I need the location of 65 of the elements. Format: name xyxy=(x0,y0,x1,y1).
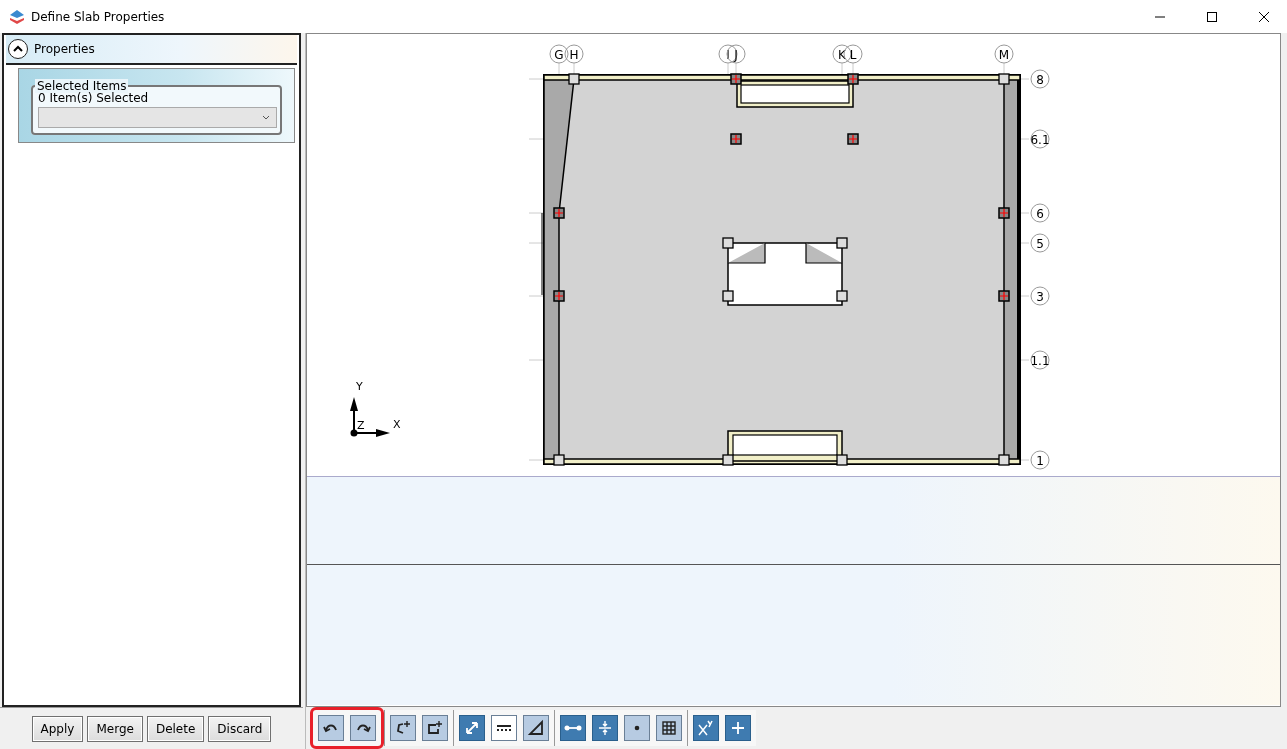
column-marker xyxy=(730,73,742,85)
action-button[interactable]: Merge xyxy=(87,715,143,742)
axis-label: Z xyxy=(357,419,365,432)
column-marker xyxy=(553,290,565,302)
node-marker xyxy=(836,454,848,466)
close-icon xyxy=(1259,11,1269,22)
tool-button[interactable] xyxy=(390,715,416,741)
column-marker xyxy=(998,290,1010,302)
grid-bubble: 3 xyxy=(1030,286,1050,306)
node-marker xyxy=(553,454,565,466)
action-button[interactable]: Discard xyxy=(208,715,272,742)
add-vertex-icon xyxy=(394,719,412,737)
grid-icon xyxy=(660,719,678,737)
x-power-icon xyxy=(697,719,715,737)
tool-button[interactable] xyxy=(459,715,485,741)
selection-count: 0 Item(s) Selected xyxy=(38,91,150,105)
column-marker xyxy=(730,133,742,145)
grid-bubble: M xyxy=(994,44,1014,64)
node-marker xyxy=(998,73,1010,85)
grid-bubble: 6 xyxy=(1030,203,1050,223)
action-button[interactable]: Apply xyxy=(31,715,84,742)
diagonal-arrow-icon xyxy=(463,719,481,737)
angle-icon xyxy=(527,719,545,737)
tool-button[interactable] xyxy=(422,715,448,741)
grid-bubble: G xyxy=(549,44,569,64)
node-marker xyxy=(722,454,734,466)
node-marker xyxy=(722,290,734,302)
app-logo-icon xyxy=(9,8,25,25)
grid-bubble: 6.1 xyxy=(1030,129,1050,149)
node-marker xyxy=(998,454,1010,466)
column-marker xyxy=(847,133,859,145)
panel-title: Properties xyxy=(34,42,95,56)
column-marker xyxy=(847,73,859,85)
group-title: Selected Items xyxy=(35,79,129,93)
grid-bubble: 5 xyxy=(1030,233,1050,253)
tool-button[interactable] xyxy=(693,715,719,741)
node-marker xyxy=(836,290,848,302)
tool-button[interactable] xyxy=(350,715,376,741)
tool-button[interactable] xyxy=(656,715,682,741)
tool-button[interactable] xyxy=(725,715,751,741)
node-marker xyxy=(836,237,848,249)
node-marker xyxy=(722,237,734,249)
column-marker xyxy=(998,207,1010,219)
axis-label: Y xyxy=(356,380,363,393)
axis-label: X xyxy=(393,418,401,431)
grid-bubble: 1.1 xyxy=(1030,350,1050,370)
maximize-icon xyxy=(1207,11,1217,22)
chevron-up-icon xyxy=(13,45,23,53)
action-button[interactable]: Delete xyxy=(146,715,205,742)
axis-arrows-drawing xyxy=(350,397,390,437)
collapse-button[interactable] xyxy=(8,39,28,59)
tool-button[interactable] xyxy=(560,715,586,741)
split-arrows-icon xyxy=(596,719,614,737)
tool-button[interactable] xyxy=(318,715,344,741)
node-marker xyxy=(568,73,580,85)
grid-bubble: 1 xyxy=(1030,450,1050,470)
caret-icon xyxy=(262,115,270,120)
plus-icon xyxy=(729,719,747,737)
add-rectangle-icon xyxy=(426,719,444,737)
grid-bubble: H xyxy=(564,44,584,64)
column-marker xyxy=(553,207,565,219)
tool-button[interactable] xyxy=(491,715,517,741)
tool-button[interactable] xyxy=(523,715,549,741)
grid-bubble: 8 xyxy=(1030,69,1050,89)
window-title: Define Slab Properties xyxy=(31,9,166,24)
